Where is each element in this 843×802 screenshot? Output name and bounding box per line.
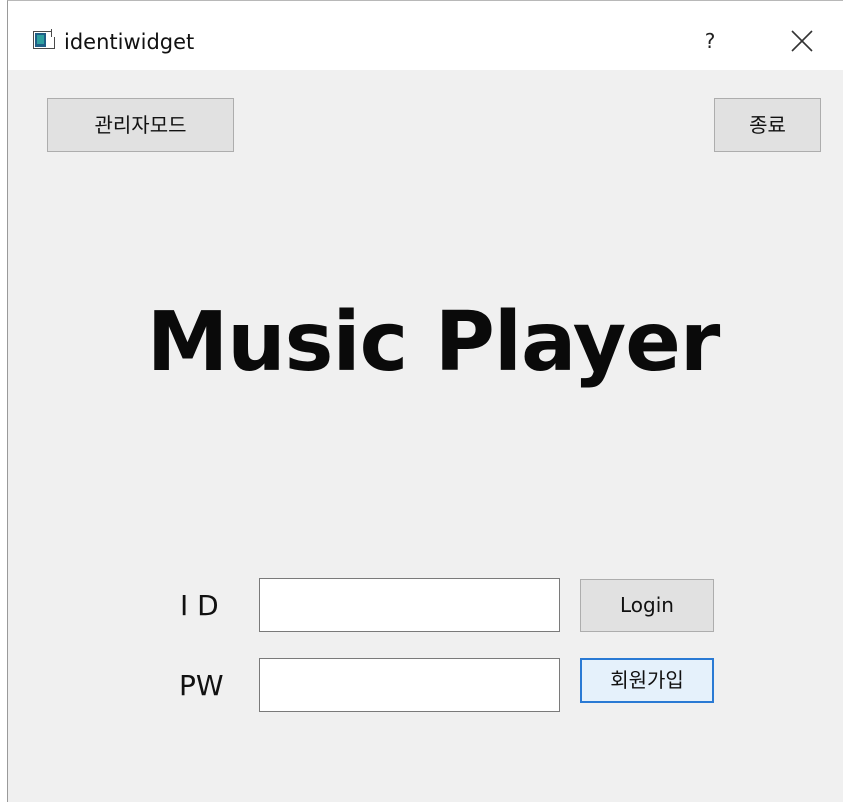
login-button[interactable]: Login bbox=[580, 579, 714, 632]
close-icon bbox=[791, 30, 813, 52]
admin-mode-button[interactable]: 관리자모드 bbox=[47, 98, 234, 152]
signup-button[interactable]: 회원가입 bbox=[580, 658, 714, 703]
id-label: I D bbox=[180, 589, 219, 622]
help-button[interactable]: ? bbox=[696, 25, 724, 57]
app-headline: Music Player bbox=[146, 295, 721, 390]
title-bar: identiwidget ? bbox=[8, 1, 843, 70]
pw-label: PW bbox=[179, 669, 224, 702]
pw-input[interactable] bbox=[259, 658, 560, 712]
close-button[interactable] bbox=[782, 23, 822, 59]
id-input[interactable] bbox=[259, 578, 560, 632]
quit-button[interactable]: 종료 bbox=[714, 98, 821, 152]
app-window-icon bbox=[33, 29, 56, 49]
window-title: identiwidget bbox=[64, 30, 195, 54]
identiwidget-window: identiwidget ? 관리자모드 종료 Music Player I D… bbox=[7, 0, 843, 802]
